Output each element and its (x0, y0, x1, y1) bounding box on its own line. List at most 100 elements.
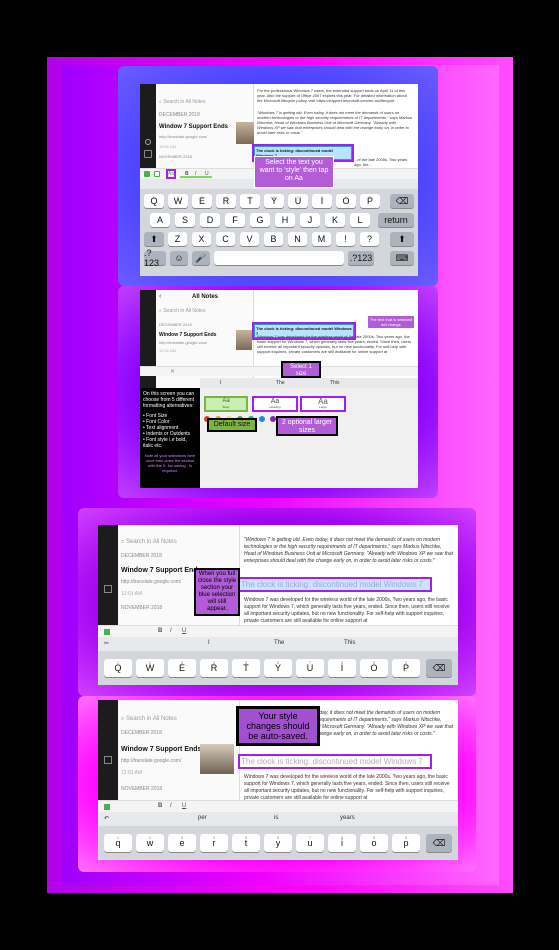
key-c[interactable]: C (216, 232, 235, 246)
hide-keyboard-key[interactable]: ⌨ (390, 251, 414, 265)
suggestion-1[interactable]: I (220, 380, 221, 386)
suggestion-3[interactable]: This (330, 380, 339, 386)
key-o[interactable]: O9 (336, 194, 356, 208)
key-a[interactable]: A (150, 213, 170, 227)
key-b[interactable]: B (264, 232, 283, 246)
suggestion-2[interactable]: The (276, 380, 285, 386)
key-r[interactable]: r4 (200, 834, 228, 852)
size-option-heading[interactable]: Aa Heading (252, 396, 298, 412)
delete-key[interactable]: ⌫ (426, 834, 452, 852)
suggestion-1[interactable]: I (208, 640, 210, 646)
key-i[interactable]: I8 (328, 659, 356, 677)
key-i[interactable]: I8 (312, 194, 332, 208)
key-k[interactable]: K (325, 213, 345, 227)
notes-icon[interactable] (104, 756, 112, 764)
key-?[interactable]: ? (360, 232, 379, 246)
delete-key[interactable]: ⌫ (390, 194, 414, 208)
search-field[interactable]: ⌕ Search in All Notes (159, 98, 229, 107)
back-icon[interactable]: ‹ (159, 293, 161, 300)
key-w[interactable]: w2 (136, 834, 164, 852)
key-w[interactable]: W2 (168, 194, 188, 208)
suggestion-3[interactable]: years (340, 815, 355, 821)
key-y[interactable]: Y6 (264, 194, 284, 208)
key-l[interactable]: L (350, 213, 370, 227)
note-title[interactable]: Window 7 Support Ends (159, 332, 216, 338)
mic-key[interactable]: 🎤 (192, 251, 210, 265)
note-title[interactable]: Window 7 Support Ends (121, 746, 201, 753)
key-p[interactable]: P0 (360, 194, 380, 208)
key-y[interactable]: Y6 (264, 659, 292, 677)
styled-heading[interactable]: The clock is ticking: discontinued model… (238, 754, 432, 769)
return-key[interactable]: return (378, 213, 414, 227)
underline-button[interactable]: U (182, 803, 186, 809)
italic-button[interactable]: I (170, 628, 172, 634)
key-v[interactable]: V (240, 232, 259, 246)
shift-key-right[interactable]: ⬆ (390, 232, 414, 246)
search-field[interactable]: ⌕ Search in All Notes (159, 308, 205, 314)
emoji-key[interactable]: ☺ (170, 251, 188, 265)
suggestion-3[interactable]: This (344, 640, 355, 646)
key-e[interactable]: E3 (168, 659, 196, 677)
key-e[interactable]: e3 (168, 834, 196, 852)
key-i[interactable]: i8 (328, 834, 356, 852)
undo-icon[interactable]: ↶ (104, 815, 109, 822)
suggestion-2[interactable]: is (274, 815, 278, 821)
key-q[interactable]: Q1 (144, 194, 164, 208)
size-option-body[interactable]: Aa Body (204, 396, 248, 412)
key-w[interactable]: W2 (136, 659, 164, 677)
key-p[interactable]: p0 (392, 834, 420, 852)
key-u[interactable]: U7 (296, 659, 324, 677)
styled-heading[interactable]: The clock is ticking: discontinued model… (238, 577, 432, 592)
space-key[interactable] (214, 251, 344, 265)
aa-button[interactable]: Aa (166, 169, 176, 179)
key-m[interactable]: M (312, 232, 331, 246)
key-n[interactable]: N (288, 232, 307, 246)
key-q[interactable]: Q1 (104, 659, 132, 677)
note-title[interactable]: Window 7 Support Ends (159, 124, 228, 130)
key-t[interactable]: t5 (232, 834, 260, 852)
checklist-icon[interactable] (104, 629, 110, 635)
key-![interactable]: ! (336, 232, 355, 246)
numbers-key-left[interactable]: .?123 (144, 248, 166, 268)
key-e[interactable]: E3 (192, 194, 212, 208)
key-p[interactable]: P0 (392, 659, 420, 677)
scissors-icon[interactable]: ✂ (104, 640, 109, 647)
suggestion-1[interactable]: per (198, 815, 207, 821)
note-title[interactable]: Window 7 Support Ends (121, 567, 201, 574)
notes-icon[interactable] (144, 150, 152, 158)
bold-button[interactable]: B (158, 803, 162, 809)
key-o[interactable]: O9 (360, 659, 388, 677)
bold-button[interactable]: B (158, 628, 162, 634)
search-field[interactable]: ⌕ Search in All Notes (121, 716, 177, 723)
numbers-key-right[interactable]: .?123 (348, 251, 374, 265)
search-field[interactable]: ⌕ Search in All Notes (121, 539, 177, 546)
size-option-large[interactable]: Aa Large (300, 396, 346, 412)
delete-key[interactable]: ⌫ (426, 659, 452, 677)
italic-button[interactable]: I (170, 803, 172, 809)
suggestion-2[interactable]: The (274, 640, 284, 646)
key-y[interactable]: y6 (264, 834, 292, 852)
key-r[interactable]: R4 (216, 194, 236, 208)
color-swatch[interactable] (259, 416, 265, 422)
key-f[interactable]: F (225, 213, 245, 227)
key-t[interactable]: T5 (232, 659, 260, 677)
search-icon[interactable] (145, 139, 151, 145)
key-s[interactable]: S (175, 213, 195, 227)
shift-key-left[interactable]: ⬆ (144, 232, 164, 246)
key-x[interactable]: X (192, 232, 211, 246)
camera-icon[interactable] (154, 171, 160, 177)
key-h[interactable]: H (275, 213, 295, 227)
checklist-icon[interactable] (144, 171, 150, 177)
checklist-icon[interactable] (104, 804, 110, 810)
underline-button[interactable]: U (182, 628, 186, 634)
key-u[interactable]: u7 (296, 834, 324, 852)
close-icon[interactable]: ✕ (170, 368, 175, 375)
key-q[interactable]: q1 (104, 834, 132, 852)
key-g[interactable]: G (250, 213, 270, 227)
key-o[interactable]: o9 (360, 834, 388, 852)
key-z[interactable]: Z (168, 232, 187, 246)
key-u[interactable]: U7 (288, 194, 308, 208)
key-t[interactable]: T5 (240, 194, 260, 208)
notes-icon[interactable] (104, 585, 112, 593)
key-r[interactable]: R4 (200, 659, 228, 677)
